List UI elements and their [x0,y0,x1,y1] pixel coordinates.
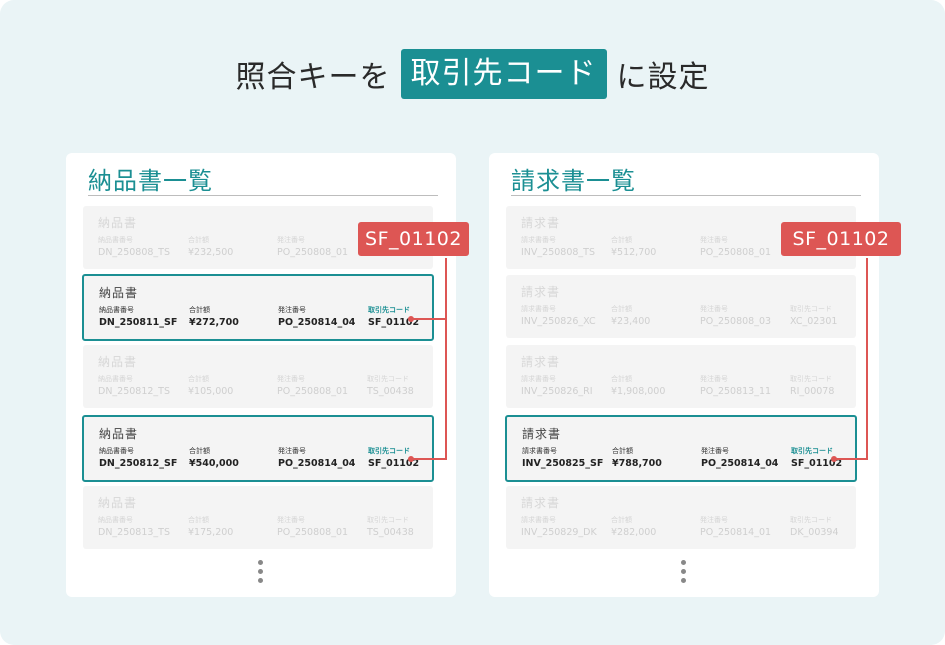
connector-line-left [412,258,447,460]
connector-dot [831,456,837,462]
match-key-callout-left: SF_01102 [358,222,469,256]
match-key-callout-right: SF_01102 [781,222,901,256]
connector-line-right [835,258,868,460]
connector-dot [408,316,414,322]
connector-dot [408,456,414,462]
connector-lines [408,258,868,462]
